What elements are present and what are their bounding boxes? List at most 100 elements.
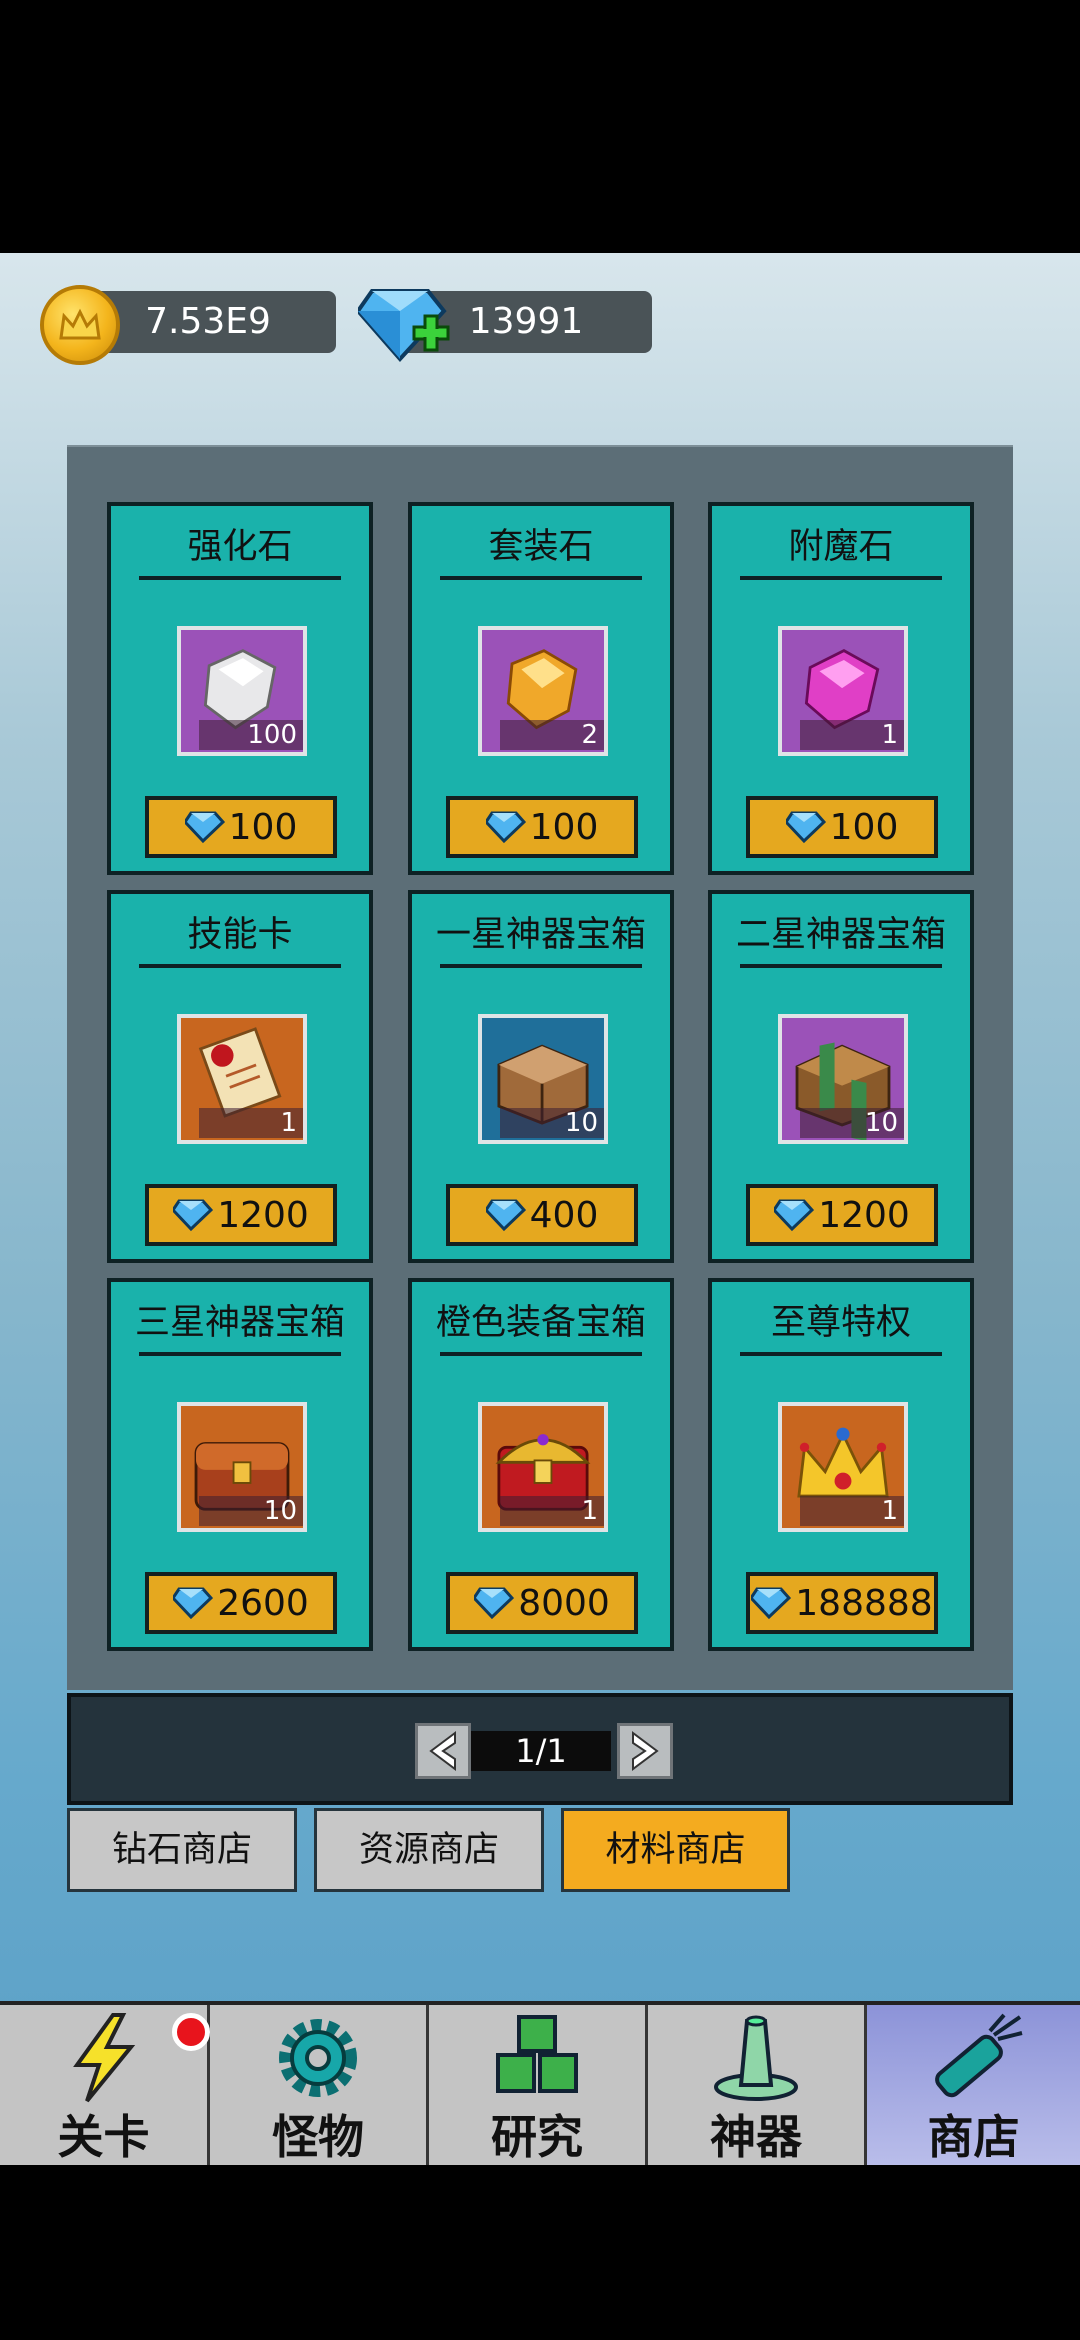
item-quantity: 1 xyxy=(800,720,904,750)
price-value: 188888 xyxy=(795,1582,933,1624)
page-indicator: 1/1 xyxy=(471,1731,611,1771)
diamond-icon xyxy=(485,811,526,844)
diamond-icon xyxy=(774,1199,815,1232)
buy-button[interactable]: 1200 xyxy=(145,1184,337,1246)
buy-button[interactable]: 8000 xyxy=(446,1572,638,1634)
price-value: 100 xyxy=(228,806,298,848)
item-icon-frame: 10 xyxy=(778,1014,908,1144)
buy-button[interactable]: 400 xyxy=(446,1184,638,1246)
divider xyxy=(139,576,341,580)
divider xyxy=(440,576,642,580)
item-icon-frame: 10 xyxy=(177,1402,307,1532)
price-value: 1200 xyxy=(818,1194,910,1236)
nav-artifact[interactable]: 神器 xyxy=(648,2005,867,2165)
shop-item-card[interactable]: 附魔石 1 100 xyxy=(708,502,974,875)
shop-item-card[interactable]: 技能卡 1 1200 xyxy=(107,890,373,1263)
gold-coin-icon xyxy=(40,285,120,365)
nav-shop[interactable]: 商店 xyxy=(867,2005,1080,2165)
item-quantity: 10 xyxy=(199,1496,303,1526)
shop-item-card[interactable]: 套装石 2 100 xyxy=(408,502,674,875)
item-name: 三星神器宝箱 xyxy=(134,1303,345,1343)
hat-icon xyxy=(714,2015,798,2101)
gear-icon xyxy=(279,2019,357,2097)
item-quantity: 10 xyxy=(800,1108,904,1138)
item-icon-frame: 1 xyxy=(177,1014,307,1144)
bottom-nav: 关卡 怪物 研究 神器 商店 xyxy=(0,2001,1080,2165)
prev-page-button[interactable] xyxy=(415,1723,471,1779)
tab-material-shop[interactable]: 材料商店 xyxy=(561,1808,790,1892)
item-name: 强化石 xyxy=(187,527,293,567)
shop-item-card[interactable]: 三星神器宝箱 10 2600 xyxy=(107,1278,373,1651)
status-bar-area xyxy=(0,0,1080,253)
divider xyxy=(740,576,942,580)
price-value: 1200 xyxy=(217,1194,309,1236)
item-icon-frame: 1 xyxy=(478,1402,608,1532)
nav-label: 怪物 xyxy=(272,2110,364,2164)
diamond-icon xyxy=(173,1199,214,1232)
divider xyxy=(740,964,942,968)
shop-panel: 强化石 100 100 套装石 2 100 附魔石 1 100 技能卡 1 1200 一星神器宝箱 10 4… xyxy=(67,445,1013,1690)
price-value: 400 xyxy=(529,1194,599,1236)
divider xyxy=(139,964,341,968)
item-name: 一星神器宝箱 xyxy=(435,915,646,955)
chevron-left-icon xyxy=(429,1731,456,1771)
item-name: 套装石 xyxy=(488,527,594,567)
nav-label: 商店 xyxy=(927,2110,1020,2164)
item-name: 二星神器宝箱 xyxy=(735,915,946,955)
diamond-icon xyxy=(751,1587,792,1620)
price-value: 2600 xyxy=(217,1582,309,1624)
buy-button[interactable]: 100 xyxy=(446,796,638,858)
diamond-value: 13991 xyxy=(468,301,584,342)
item-icon-frame: 1 xyxy=(778,626,908,756)
lightning-icon xyxy=(72,2013,135,2103)
tab-label: 材料商店 xyxy=(605,1830,746,1870)
item-quantity: 1 xyxy=(199,1108,303,1138)
price-value: 100 xyxy=(829,806,899,848)
item-quantity: 100 xyxy=(199,720,303,750)
gold-value: 7.53E9 xyxy=(145,301,271,342)
nav-stage[interactable]: 关卡 xyxy=(0,2005,210,2165)
nav-research[interactable]: 研究 xyxy=(429,2005,648,2165)
nav-label: 关卡 xyxy=(57,2110,150,2164)
diamond-icon xyxy=(785,811,826,844)
item-icon-frame: 10 xyxy=(478,1014,608,1144)
item-name: 橙色装备宝箱 xyxy=(435,1303,646,1343)
pager: 1/1 xyxy=(67,1693,1013,1805)
item-icon-frame: 2 xyxy=(478,626,608,756)
item-quantity: 1 xyxy=(800,1496,904,1526)
item-name: 附魔石 xyxy=(788,527,894,567)
chevron-right-icon xyxy=(632,1731,659,1771)
shop-item-card[interactable]: 一星神器宝箱 10 400 xyxy=(408,890,674,1263)
divider xyxy=(740,1352,942,1356)
shop-item-card[interactable]: 强化石 100 100 xyxy=(107,502,373,875)
item-name: 至尊特权 xyxy=(770,1303,911,1343)
item-name: 技能卡 xyxy=(187,915,293,955)
add-diamond-icon[interactable] xyxy=(355,283,454,365)
item-quantity: 10 xyxy=(500,1108,604,1138)
price-value: 100 xyxy=(529,806,599,848)
diamond-icon xyxy=(474,1587,515,1620)
shop-item-card[interactable]: 二星神器宝箱 10 1200 xyxy=(708,890,974,1263)
nav-monster[interactable]: 怪物 xyxy=(210,2005,429,2165)
item-icon-frame: 100 xyxy=(177,626,307,756)
tab-resource-shop[interactable]: 资源商店 xyxy=(314,1808,544,1892)
item-quantity: 2 xyxy=(500,720,604,750)
buy-button[interactable]: 1200 xyxy=(746,1184,938,1246)
buy-button[interactable]: 100 xyxy=(746,796,938,858)
buy-button[interactable]: 188888 xyxy=(746,1572,938,1634)
gesture-bar-area xyxy=(0,2165,1080,2340)
shop-item-card[interactable]: 至尊特权 1 188888 xyxy=(708,1278,974,1651)
bottle-icon xyxy=(934,2013,1022,2098)
next-page-button[interactable] xyxy=(617,1723,673,1779)
buy-button[interactable]: 100 xyxy=(145,796,337,858)
shop-item-card[interactable]: 橙色装备宝箱 1 8000 xyxy=(408,1278,674,1651)
nav-label: 研究 xyxy=(491,2110,583,2164)
notification-dot xyxy=(172,2013,210,2051)
buy-button[interactable]: 2600 xyxy=(145,1572,337,1634)
tab-diamond-shop[interactable]: 钻石商店 xyxy=(67,1808,297,1892)
divider xyxy=(440,964,642,968)
price-value: 8000 xyxy=(518,1582,610,1624)
shop-screen: 7.53E9 13991 强化石 100 100 套装石 2 100 附魔石 1 100 技能卡 1… xyxy=(0,253,1080,2165)
nav-label: 神器 xyxy=(710,2110,802,2164)
tab-label: 钻石商店 xyxy=(111,1830,252,1870)
